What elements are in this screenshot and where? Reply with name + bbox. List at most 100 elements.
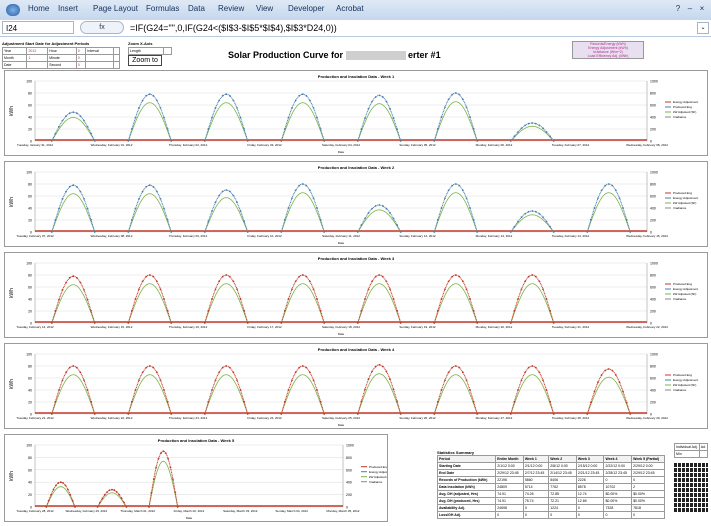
stats-cell: 72.21 — [548, 497, 577, 505]
adjust-value[interactable] — [113, 61, 120, 69]
production-point — [305, 184, 308, 187]
tab-data[interactable]: Data — [188, 4, 205, 13]
adjust-value[interactable]: 0 — [75, 61, 87, 69]
y-tick-label: 60 — [28, 195, 32, 199]
production-point — [298, 275, 301, 278]
production-point — [155, 466, 158, 469]
legend-label: Produced Eng — [673, 191, 692, 195]
production-point — [58, 207, 60, 210]
stats-cell: 5406 — [548, 476, 577, 484]
adjust-row: Date Second 0 — [1, 61, 120, 69]
production-point — [513, 225, 516, 228]
adjust-label: Second — [47, 61, 77, 69]
production-point — [389, 107, 391, 110]
tab-formulas[interactable]: Formulas — [146, 4, 179, 13]
help-icon[interactable]: ? — [673, 4, 683, 14]
tab-acrobat[interactable]: Acrobat — [336, 4, 364, 13]
production-point — [141, 99, 144, 102]
tab-developer[interactable]: Developer — [288, 4, 324, 13]
irradiance-curve — [586, 192, 631, 233]
production-point — [625, 401, 628, 404]
tab-home[interactable]: Home — [28, 4, 49, 13]
irradiance-curve — [280, 192, 325, 233]
stats-row-label: Records of Production (kWh) — [436, 476, 497, 484]
production-point — [385, 100, 388, 103]
irradiance-curve — [510, 374, 555, 415]
close-icon[interactable]: × — [697, 4, 707, 14]
stats-cell: 2/22/12 0:00 — [603, 462, 633, 470]
production-point — [371, 207, 373, 210]
expand-formula-icon[interactable]: ⌄ — [697, 22, 709, 34]
y-axis-label: kWh — [9, 379, 15, 389]
production-point — [378, 94, 381, 97]
adjust-value[interactable]: 1 — [26, 54, 49, 62]
adjust-value[interactable]: 0 — [75, 47, 87, 55]
production-point — [207, 220, 210, 222]
production-point — [360, 128, 363, 131]
production-point — [622, 390, 624, 393]
production-point — [323, 140, 326, 142]
production-point — [163, 207, 165, 210]
adjust-value[interactable]: 2012 — [26, 47, 49, 55]
minimize-icon[interactable]: – — [685, 4, 695, 14]
production-point — [447, 189, 450, 192]
y-tick-label: 40 — [28, 116, 32, 120]
irradiance-curve — [204, 102, 249, 142]
chart-week-4[interactable]: Production and Insolation Data - Week 4 k… — [4, 343, 708, 429]
stats-row: Avg. DH (adjusted, Hrs) 74.91 74.26 72.85 12… — [436, 490, 665, 498]
y-tick-label: 40 — [28, 389, 32, 393]
production-point — [301, 93, 304, 96]
production-point — [586, 231, 589, 233]
stats-row: Avg. DH (produced, Hrs) 74.91 75.74 72.21 12… — [436, 497, 665, 505]
adjust-label — [85, 54, 115, 62]
production-point — [440, 298, 443, 300]
tab-insert[interactable]: Insert — [58, 4, 78, 13]
production-point — [476, 413, 479, 415]
office-button[interactable] — [6, 4, 20, 16]
side-cell — [698, 450, 709, 458]
chart-week-5[interactable]: Production and Insolation Data - Week 5 k… — [4, 434, 388, 522]
y-tick-label: 60 — [28, 468, 32, 472]
x-tick-label: Thursday, February 16, 2012 — [169, 325, 208, 329]
y-axis-label: kWh — [9, 471, 15, 481]
x-tick-label: Monday, February 06, 2012 — [476, 143, 513, 147]
tab-review[interactable]: Review — [218, 4, 244, 13]
adjust-value[interactable]: 0 — [75, 54, 87, 62]
formula-input[interactable]: =IF(G24="",0,IF(G24<($I$3-$I$5*$I$4),$I$… — [130, 21, 337, 35]
production-point — [319, 128, 322, 130]
production-point — [159, 288, 162, 290]
production-point — [625, 218, 628, 221]
production-point — [367, 378, 370, 381]
production-point — [170, 413, 173, 415]
side-cell — [674, 483, 708, 487]
tab-page-layout[interactable]: Page Layout — [93, 4, 138, 13]
x-tick-label: Monday, February 13, 2012 — [476, 234, 513, 238]
fx-button[interactable]: fx — [80, 21, 124, 34]
adjust-value[interactable] — [26, 61, 49, 69]
chart-week-2[interactable]: Production and Insolation Data - Week 2 k… — [4, 161, 708, 247]
adjust-value[interactable] — [113, 47, 120, 55]
production-point — [590, 218, 592, 221]
chart-week-3[interactable]: Production and Insolation Data - Week 3 k… — [4, 252, 708, 338]
zoom-panel-title: Zoom X-Axis — [128, 41, 153, 46]
worksheet[interactable]: Adjustment Start Date for Adjustment Per… — [0, 37, 711, 526]
chart-week-1[interactable]: Production and Insolation Data - Week 1 k… — [4, 70, 708, 156]
irradiance-curve — [204, 374, 249, 415]
tab-view[interactable]: View — [256, 4, 273, 13]
name-box[interactable]: I24 — [2, 21, 74, 34]
production-point — [61, 198, 64, 200]
stats-cell: 0 — [603, 476, 633, 484]
production-point — [90, 132, 92, 135]
zoom-to-button[interactable]: Zoom to — [128, 55, 162, 66]
zoom-length-value[interactable] — [163, 47, 172, 55]
production-point — [170, 140, 173, 142]
stats-cell: 2/8/12 0:00 — [548, 462, 577, 470]
production-point — [520, 127, 523, 130]
x-tick-label: Thursday, February 09, 2012 — [169, 234, 208, 238]
adjust-value[interactable] — [113, 54, 120, 62]
production-point — [284, 128, 286, 130]
stats-row-label: Availability Adj. — [436, 504, 497, 512]
production-point — [600, 374, 603, 376]
x-tick-label: Sunday, February 26, 2012 — [399, 416, 435, 420]
legend-label: Irradiance — [369, 480, 383, 484]
